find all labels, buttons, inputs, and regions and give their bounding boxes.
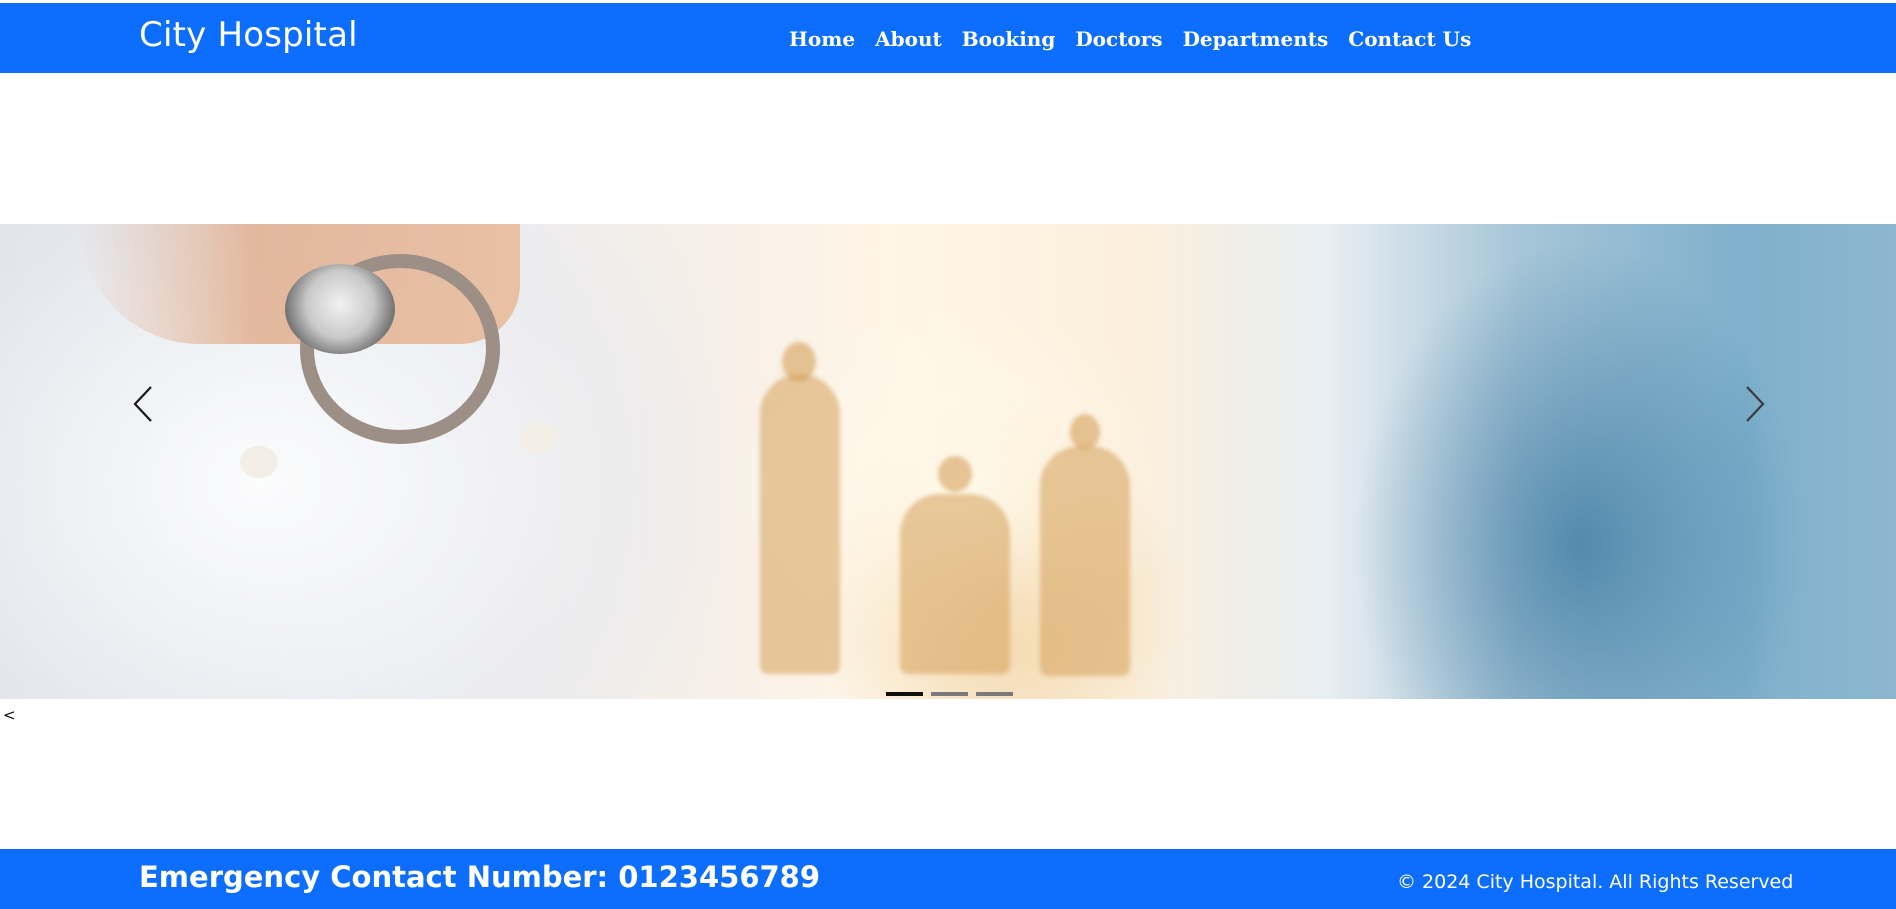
copyright-text: © 2024 City Hospital. All Rights Reserve… xyxy=(1397,871,1794,893)
nav-home[interactable]: Home xyxy=(789,27,855,51)
person-silhouette-head xyxy=(938,456,972,492)
nav-departments[interactable]: Departments xyxy=(1183,27,1329,51)
carousel-indicator-1[interactable] xyxy=(886,692,923,696)
carousel-prev-button[interactable] xyxy=(78,224,208,699)
nav-booking[interactable]: Booking xyxy=(962,27,1056,51)
hero-carousel xyxy=(0,224,1896,699)
page: City Hospital Home About Booking Doctors… xyxy=(0,0,1896,909)
carousel-indicators xyxy=(886,692,1013,696)
chevron-left-icon xyxy=(131,224,155,428)
nav-contact-us[interactable]: Contact Us xyxy=(1348,27,1471,51)
carousel-slide-image xyxy=(0,224,1896,699)
footer: Emergency Contact Number: 0123456789 © 2… xyxy=(0,849,1896,909)
nav-about[interactable]: About xyxy=(875,27,942,51)
main-nav: Home About Booking Doctors Departments C… xyxy=(789,27,1491,51)
carousel-next-button[interactable] xyxy=(1690,224,1820,699)
navbar: City Hospital Home About Booking Doctors… xyxy=(0,3,1896,73)
stray-text: < xyxy=(3,706,16,724)
chevron-right-icon xyxy=(1743,224,1767,428)
person-silhouette xyxy=(1040,446,1130,676)
brand-logo[interactable]: City Hospital xyxy=(139,15,358,55)
stethoscope-chestpiece-graphic xyxy=(285,264,395,354)
nav-doctors[interactable]: Doctors xyxy=(1075,27,1162,51)
person-silhouette xyxy=(760,374,840,674)
person-silhouette-head xyxy=(1070,414,1100,450)
stethoscope-earpiece-graphic xyxy=(240,446,278,478)
wheelchair-silhouette xyxy=(900,494,1010,674)
carousel-indicator-2[interactable] xyxy=(931,692,968,696)
carousel-indicator-3[interactable] xyxy=(976,692,1013,696)
stethoscope-earpiece-graphic xyxy=(520,422,558,454)
emergency-contact: Emergency Contact Number: 0123456789 xyxy=(139,860,821,894)
